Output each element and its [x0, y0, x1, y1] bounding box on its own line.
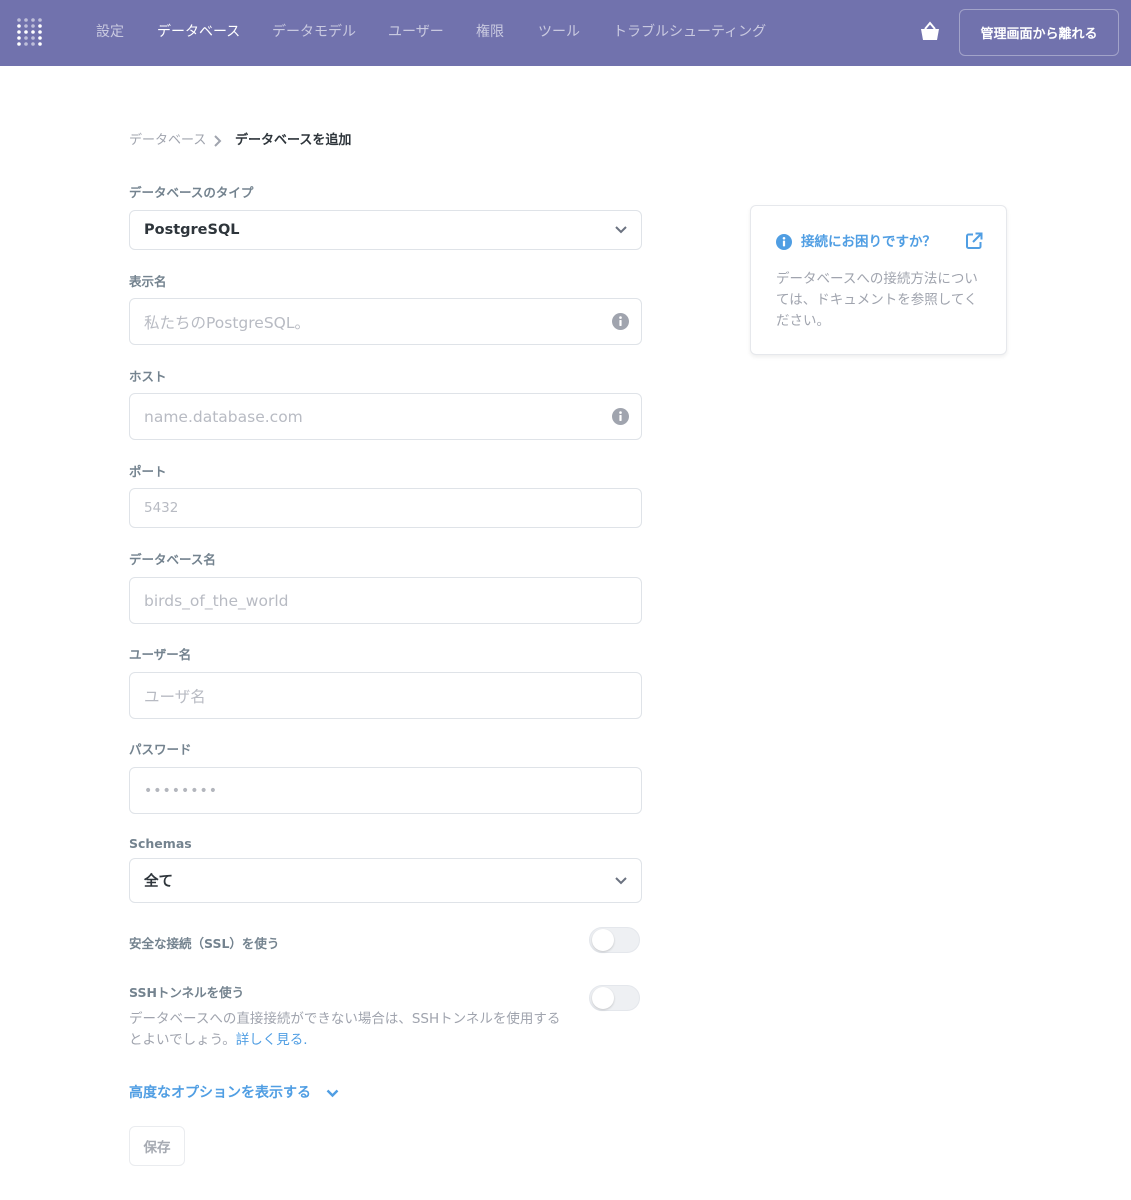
nav-item-databases[interactable]: データベース: [157, 22, 240, 42]
nav-item-troubleshooting[interactable]: トラブルシューティング: [613, 22, 766, 42]
chevron-down-icon: [615, 226, 627, 234]
shopping-basket-icon[interactable]: [919, 21, 941, 43]
db-type-select[interactable]: PostgreSQL: [129, 210, 642, 250]
nav-item-people[interactable]: ユーザー: [388, 22, 444, 42]
breadcrumb-databases[interactable]: データベース: [129, 132, 206, 150]
ssl-toggle[interactable]: [589, 927, 640, 953]
chevron-down-icon: [615, 876, 627, 884]
display-name-placeholder: 私たちのPostgreSQL。: [144, 313, 311, 332]
display-name-label: 表示名: [129, 274, 167, 289]
info-icon[interactable]: [612, 313, 629, 330]
advanced-options-toggle[interactable]: 高度なオプションを表示する: [129, 1083, 311, 1103]
port-label: ポート: [129, 464, 167, 479]
chevron-right-icon: [214, 135, 222, 147]
ssl-label: 安全な接続（SSL）を使う: [129, 936, 280, 951]
chevron-down-icon[interactable]: [326, 1089, 339, 1098]
host-placeholder: name.database.com: [144, 407, 303, 426]
host-input[interactable]: name.database.com: [129, 393, 642, 440]
info-icon: [776, 234, 792, 250]
breadcrumb-current: データベースを追加: [235, 133, 352, 148]
db-name-label: データベース名: [129, 552, 216, 567]
ssh-learn-more-link[interactable]: 詳しく見る.: [236, 1032, 308, 1048]
db-name-input[interactable]: birds_of_the_world: [129, 577, 642, 624]
password-input[interactable]: ••••••••: [129, 767, 642, 814]
exit-admin-button[interactable]: 管理画面から離れる: [959, 9, 1119, 56]
port-placeholder: 5432: [144, 500, 179, 516]
external-link-icon[interactable]: [965, 232, 983, 250]
ssh-label: SSHトンネルを使う: [129, 985, 245, 1000]
admin-nav-bar: 設定 データベース データモデル ユーザー 権限 ツール トラブルシューティング…: [0, 0, 1131, 66]
ssh-toggle-knob: [592, 987, 614, 1009]
port-input[interactable]: 5432: [129, 488, 642, 528]
password-placeholder: ••••••••: [144, 782, 219, 799]
username-label: ユーザー名: [129, 647, 192, 662]
host-label: ホスト: [129, 369, 167, 384]
help-card-body: データベースへの接続方法については、ドキュメントを参照してください。: [776, 271, 978, 329]
nav-item-tools[interactable]: ツール: [538, 22, 580, 42]
password-label: パスワード: [129, 742, 192, 757]
connection-help-card: 接続にお困りですか？ データベースへの接続方法については、ドキュメントを参照して…: [750, 205, 1007, 355]
ssh-help-text: データベースへの直接接続ができない場合は、SSHトンネルを使用するとよいでしょう…: [129, 1009, 569, 1051]
ssl-toggle-knob: [592, 929, 614, 951]
schemas-value: 全て: [144, 874, 173, 890]
username-placeholder: ユーザ名: [144, 687, 206, 706]
help-card-title[interactable]: 接続にお困りですか？: [801, 233, 936, 251]
db-name-placeholder: birds_of_the_world: [144, 591, 289, 610]
schemas-select[interactable]: 全て: [129, 858, 642, 903]
save-button[interactable]: 保存: [129, 1126, 185, 1166]
ssh-toggle[interactable]: [589, 985, 640, 1011]
db-type-value: PostgreSQL: [144, 222, 240, 238]
nav-item-data-model[interactable]: データモデル: [272, 22, 356, 42]
nav-item-permissions[interactable]: 権限: [476, 22, 504, 42]
display-name-input[interactable]: 私たちのPostgreSQL。: [129, 298, 642, 345]
metabase-logo-icon[interactable]: [16, 17, 44, 47]
info-icon[interactable]: [612, 408, 629, 425]
ssh-help-body: データベースへの直接接続ができない場合は、SSHトンネルを使用するとよいでしょう…: [129, 1011, 561, 1048]
username-input[interactable]: ユーザ名: [129, 672, 642, 719]
nav-item-settings[interactable]: 設定: [96, 22, 124, 42]
schemas-label: Schemas: [129, 836, 192, 851]
db-type-label: データベースのタイプ: [129, 185, 254, 200]
